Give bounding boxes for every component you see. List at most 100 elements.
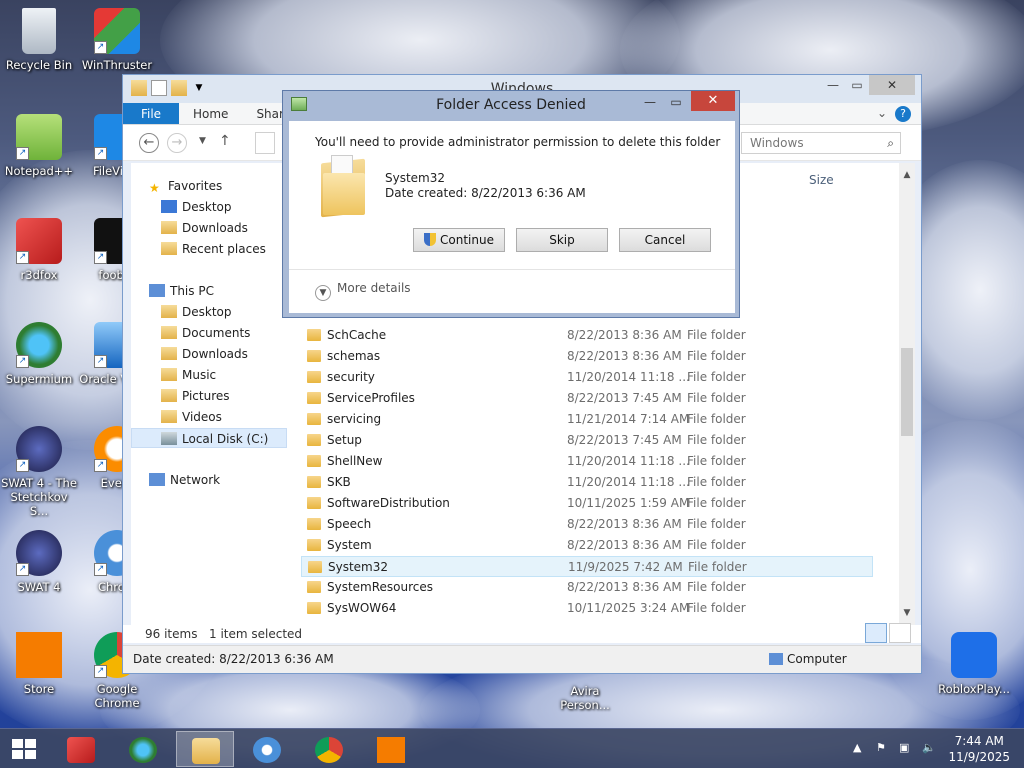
chevron-down-icon[interactable]: ⌄ — [877, 106, 887, 120]
tab-file[interactable]: File — [123, 103, 179, 124]
action-center-flag-icon[interactable]: ⚑ — [876, 741, 886, 754]
tab-home[interactable]: Home — [179, 103, 242, 124]
address-bar[interactable] — [255, 132, 275, 154]
nav-desktop[interactable]: Desktop — [161, 197, 232, 217]
downloads-icon — [161, 221, 177, 234]
details-view-button[interactable] — [865, 623, 887, 643]
back-button[interactable]: ← — [139, 133, 159, 153]
column-header-size[interactable]: Size — [809, 173, 834, 187]
scrollbar-thumb[interactable] — [901, 348, 913, 436]
table-row[interactable]: System 8/22/2013 8:36 AM File folder — [301, 535, 873, 556]
taskbar-file-explorer[interactable] — [176, 731, 234, 767]
taskbar-store[interactable] — [362, 731, 420, 767]
recycle-bin-icon — [22, 8, 56, 54]
desktop-icon-store[interactable]: Store — [1, 632, 77, 696]
close-button[interactable]: ✕ — [691, 91, 735, 111]
table-row[interactable]: Setup 8/22/2013 7:45 AM File folder — [301, 430, 873, 451]
recent-locations-chevron-icon[interactable]: ▼ — [199, 136, 206, 146]
table-row[interactable]: SystemResources 8/22/2013 8:36 AM File fol… — [301, 577, 873, 598]
continue-button[interactable]: Continue — [413, 228, 505, 252]
table-row[interactable]: schemas 8/22/2013 8:36 AM File folder — [301, 346, 873, 367]
scroll-down-icon[interactable]: ▼ — [899, 605, 915, 621]
dialog-titlebar[interactable]: Folder Access Denied — ▭ ✕ — [283, 91, 739, 119]
large-icons-view-button[interactable] — [889, 623, 911, 643]
minimize-button[interactable]: — — [821, 75, 845, 95]
folder-icon — [307, 581, 321, 593]
vertical-scrollbar[interactable]: ▲ ▼ — [899, 163, 915, 625]
computer-icon — [769, 653, 783, 665]
nav-videos[interactable]: Videos — [161, 407, 222, 427]
table-row[interactable]: servicing 11/21/2014 7:14 AM File folder — [301, 409, 873, 430]
nav-documents[interactable]: Documents — [161, 323, 250, 343]
network-tray-icon[interactable]: ▣ — [899, 741, 909, 754]
nav-recent-places[interactable]: Recent places — [161, 239, 266, 259]
table-row[interactable]: SoftwareDistribution 10/11/2025 1:59 AM Fi… — [301, 493, 873, 514]
scroll-up-icon[interactable]: ▲ — [899, 167, 915, 183]
desktop-icon-swat4[interactable]: ↗ SWAT 4 — [1, 530, 77, 594]
desktop-icon-swat4-stetchkov[interactable]: ↗ SWAT 4 - The Stetchkov S... — [1, 426, 77, 518]
nav-pictures[interactable]: Pictures — [161, 386, 230, 406]
taskbar-r3dfox[interactable] — [52, 731, 110, 767]
nav-pc-downloads[interactable]: Downloads — [161, 344, 248, 364]
start-button[interactable] — [12, 739, 36, 759]
cancel-label: Cancel — [644, 233, 686, 247]
nav-favorites[interactable]: ★ Favorites — [149, 176, 222, 196]
table-row[interactable]: ShellNew 11/20/2014 11:18 ... File folder — [301, 451, 873, 472]
desktop-icon-recycle-bin[interactable]: Recycle Bin — [1, 8, 77, 72]
nav-label: Favorites — [168, 179, 223, 193]
show-hidden-icons-icon[interactable]: ▲ — [853, 741, 861, 754]
maximize-button[interactable]: ▭ — [845, 75, 869, 95]
folder-icon — [307, 497, 321, 509]
more-details-toggle[interactable]: ▼ More details — [315, 281, 411, 301]
shortcut-arrow-icon: ↗ — [94, 41, 107, 54]
volume-icon[interactable]: 🔈 — [922, 741, 936, 754]
folder-access-denied-dialog[interactable]: Folder Access Denied — ▭ ✕ You'll need t… — [282, 90, 740, 318]
table-row[interactable]: SchCache 8/22/2013 8:36 AM File folder — [301, 325, 873, 346]
nav-network[interactable]: Network — [149, 470, 220, 490]
desktop-icon-r3dfox[interactable]: ↗ r3dfox — [1, 218, 77, 282]
table-row[interactable]: ServiceProfiles 8/22/2013 7:45 AM File fol… — [301, 388, 873, 409]
nav-music[interactable]: Music — [161, 365, 216, 385]
table-row-selected[interactable]: System32 11/9/2025 7:42 AM File folder — [301, 556, 873, 577]
cancel-button[interactable]: Cancel — [619, 228, 711, 252]
minimize-button[interactable]: — — [639, 95, 661, 109]
folder-icon — [161, 305, 177, 318]
clock-time: 7:44 AM — [954, 734, 1004, 748]
desktop-icon-roblox[interactable]: RobloxPlay... — [936, 632, 1012, 696]
table-row[interactable]: security 11/20/2014 11:18 ... File folder — [301, 367, 873, 388]
shortcut-arrow-icon: ↗ — [16, 459, 29, 472]
system-clock[interactable]: 7:44 AM 11/9/2025 — [948, 733, 1010, 765]
nav-downloads[interactable]: Downloads — [161, 218, 248, 238]
desktop-icon-label: RobloxPlay... — [938, 682, 1010, 696]
roblox-icon — [951, 632, 997, 678]
search-icon: ⌕ — [887, 136, 894, 150]
nav-local-disk[interactable]: Local Disk (C:) — [131, 428, 287, 448]
more-details-label: More details — [337, 281, 411, 295]
search-input[interactable]: Windows ⌕ — [741, 132, 901, 154]
up-arrow-icon[interactable]: ↑ — [219, 133, 231, 149]
desktop-icon-supermium[interactable]: ↗ Supermium — [1, 322, 77, 386]
skip-button[interactable]: Skip — [516, 228, 608, 252]
table-row[interactable]: Speech 8/22/2013 8:36 AM File folder — [301, 514, 873, 535]
taskbar-chromium[interactable] — [238, 731, 296, 767]
taskbar-chrome[interactable] — [300, 731, 358, 767]
table-row[interactable]: SKB 11/20/2014 11:18 ... File folder — [301, 472, 873, 493]
taskbar: ▲ ⚑ ▣ 🔈 7:44 AM 11/9/2025 — [0, 728, 1024, 768]
folder-icon — [307, 413, 321, 425]
nav-pc-desktop[interactable]: Desktop — [161, 302, 232, 322]
desktop-icon-winthruster[interactable]: ↗ WinThruster — [79, 8, 155, 72]
folder-icon — [307, 371, 321, 383]
folder-icon — [307, 392, 321, 404]
dialog-message: You'll need to provide administrator per… — [315, 135, 721, 149]
table-row[interactable]: SysWOW64 10/11/2025 3:24 AM File folder — [301, 598, 873, 619]
maximize-button[interactable]: ▭ — [665, 95, 687, 109]
desktop-icon-notepadpp[interactable]: ↗ Notepad++ — [1, 114, 77, 178]
supermium-icon: ↗ — [16, 322, 62, 368]
desktop-icon-avira[interactable]: Avira Person... — [547, 684, 623, 712]
nav-label: Desktop — [182, 305, 232, 319]
help-icon[interactable]: ? — [895, 106, 911, 122]
close-button[interactable]: ✕ — [869, 75, 915, 95]
forward-button[interactable]: → — [167, 133, 187, 153]
taskbar-supermium[interactable] — [114, 731, 172, 767]
nav-this-pc[interactable]: This PC — [149, 281, 214, 301]
